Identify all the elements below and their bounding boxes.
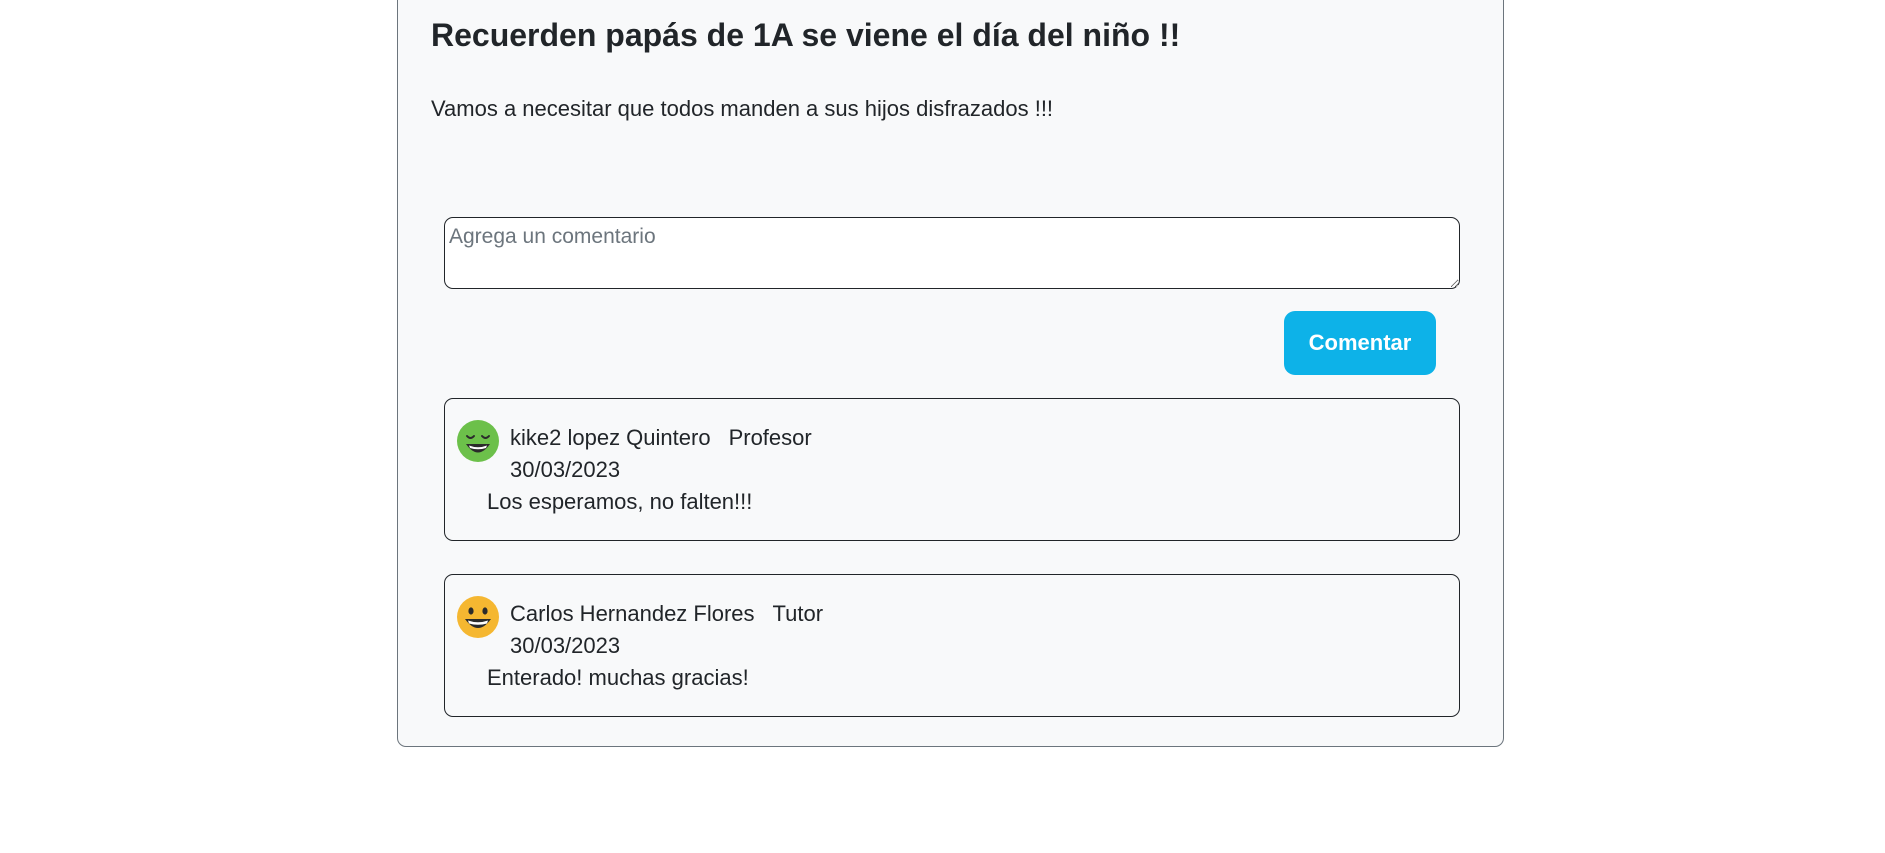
comment-date: 30/03/2023 (510, 633, 621, 658)
post-body: Vamos a necesitar que todos manden a sus… (431, 96, 1054, 121)
comment-author: Carlos Hernandez Flores (510, 601, 755, 626)
grinning-face-icon (457, 596, 499, 638)
comment-author-line: kike2 lopez Quintero Profesor (510, 424, 812, 452)
comment-author-role: Profesor (728, 425, 812, 450)
comment-button[interactable]: Comentar (1284, 311, 1436, 375)
comment-text: Los esperamos, no falten!!! (487, 489, 753, 514)
comment-date: 30/03/2023 (510, 457, 621, 482)
comment-input[interactable] (444, 217, 1460, 289)
comment-author-line: Carlos Hernandez Flores Tutor (510, 600, 823, 628)
comment-card: kike2 lopez Quintero Profesor 30/03/2023 … (444, 398, 1460, 541)
relieved-face-icon (457, 420, 499, 462)
comment-text: Enterado! muchas gracias! (487, 665, 749, 690)
post-card: Recuerden papás de 1A se viene el día de… (397, 0, 1504, 747)
comment-author: kike2 lopez Quintero (510, 425, 711, 450)
comment-card: Carlos Hernandez Flores Tutor 30/03/2023 … (444, 574, 1460, 717)
post-title: Recuerden papás de 1A se viene el día de… (431, 17, 1181, 53)
comment-author-role: Tutor (772, 601, 824, 626)
